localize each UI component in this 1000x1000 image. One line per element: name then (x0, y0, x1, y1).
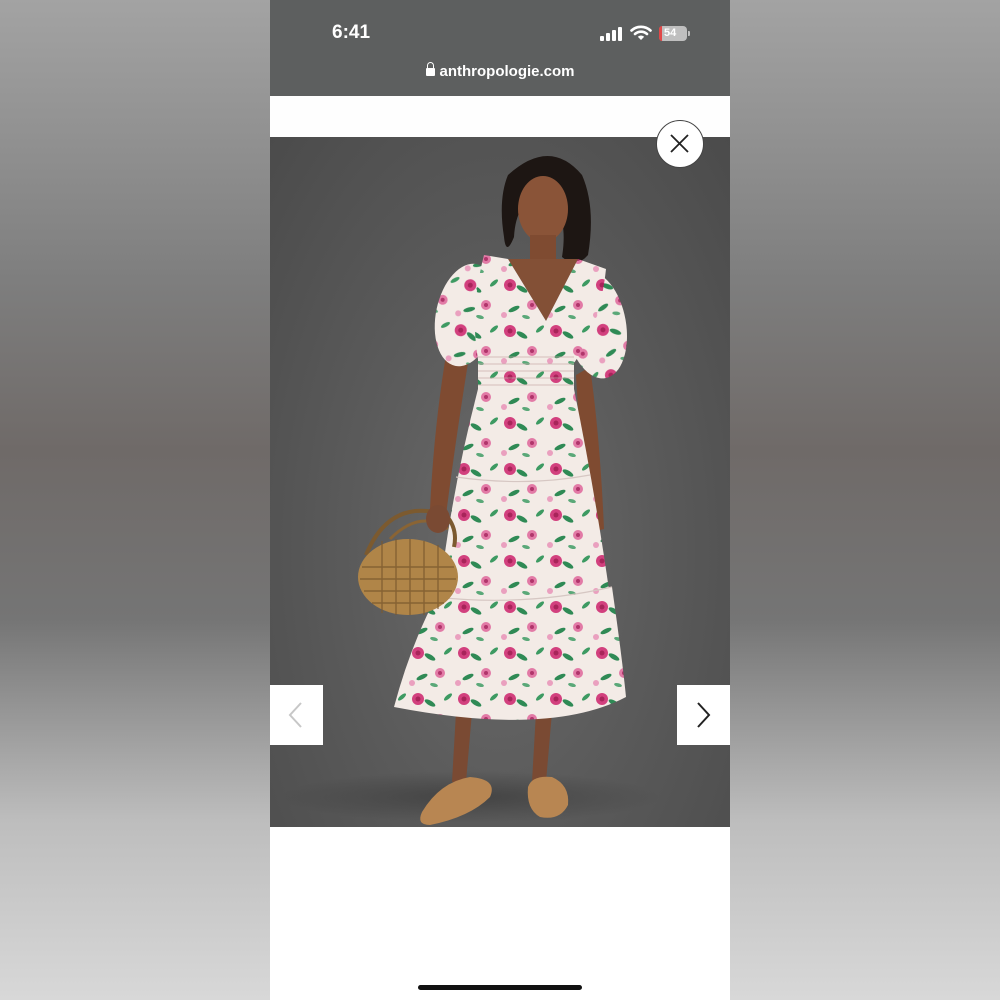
page-content-below (270, 827, 730, 1000)
battery-icon: 54 (659, 26, 690, 41)
gallery-next-button[interactable] (677, 685, 730, 745)
blurred-background-right (730, 0, 1000, 1000)
battery-level: 54 (664, 27, 677, 39)
url-text: anthropologie.com (439, 63, 575, 80)
phone-screen: 6:41 54 anthropologie.com (270, 0, 730, 1000)
close-icon (670, 134, 689, 153)
wifi-icon (630, 25, 652, 40)
close-button[interactable] (656, 120, 704, 168)
gallery-prev-button[interactable] (270, 685, 323, 745)
model-wearing-floral-dress (280, 156, 660, 825)
address-bar[interactable]: anthropologie.com (270, 62, 730, 80)
home-indicator[interactable] (418, 985, 582, 990)
chevron-right-icon (697, 702, 711, 728)
blurred-background-left (0, 0, 270, 1000)
status-time: 6:41 (332, 22, 371, 43)
status-bar: 6:41 54 anthropologie.com (270, 0, 730, 96)
lock-icon (425, 62, 435, 76)
chevron-left-icon (288, 702, 302, 728)
signal-icon (600, 27, 624, 41)
product-photo[interactable] (270, 137, 730, 827)
